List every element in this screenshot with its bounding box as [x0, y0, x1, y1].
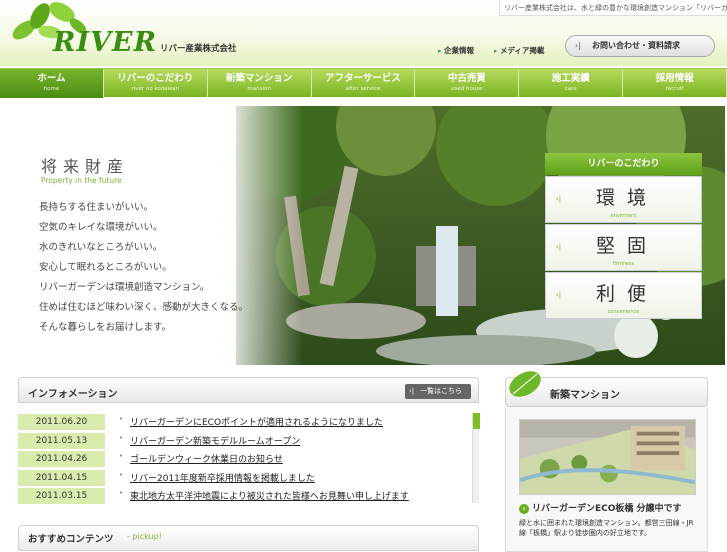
- mansion-caption-link[interactable]: リバーガーデンECO板橋 分譲中です: [519, 501, 682, 514]
- nav-label: 中古売買: [447, 73, 486, 84]
- nav-label: アフターサービス: [325, 73, 401, 84]
- info-date: 2011.06.20: [18, 414, 105, 430]
- information-header: インフォメーション 一覧はこちら: [18, 377, 479, 403]
- nav-care[interactable]: 施工実績 care: [519, 69, 624, 98]
- nav-sublabel: river no kodawari: [131, 86, 180, 92]
- kodawari-environment-card[interactable]: ›| 環境 envirment: [545, 176, 702, 223]
- hero-line: 住めば住むほど味わい深く、感動が大きくなる。: [39, 302, 249, 313]
- mansion-photo[interactable]: [519, 419, 696, 495]
- nav-sublabel: home: [43, 86, 60, 92]
- view-all-button[interactable]: 一覧はこちら: [405, 384, 471, 399]
- arrow-icon: ›|: [556, 291, 562, 299]
- information-section: インフォメーション 一覧はこちら 2011.06.20 リバーガーデンにECOポイ…: [18, 377, 479, 505]
- company-name: リバー産業株式会社: [160, 44, 237, 54]
- nav-sublabel: used house: [451, 86, 483, 92]
- leaf-icon: [509, 371, 541, 397]
- info-link[interactable]: リバーガーデンにECOポイントが適用されるようになりました: [120, 415, 383, 428]
- nav-sublabel: care: [564, 86, 577, 92]
- nav-label: 施工実績: [551, 73, 590, 84]
- card-kanji: 利便: [596, 283, 659, 305]
- card-kanji: 環境: [596, 187, 659, 209]
- new-mansion-section: 新築マンション リバーガーデンECO板橋 分譲中です 緑と水に囲まれた環境創造マ…: [505, 371, 708, 552]
- card-subtitle: firmness: [612, 261, 635, 267]
- nav-mansion[interactable]: 新築マンション mansion: [208, 69, 312, 98]
- mansion-card: リバーガーデンECO板橋 分譲中です 緑と水に囲まれた環境創造マンション。都営三…: [505, 407, 708, 552]
- pickup-subtitle: - pickup!: [127, 532, 162, 541]
- info-date: 2011.04.26: [18, 451, 105, 467]
- hero-line: 空気のキレイな環境がいい。: [39, 222, 163, 233]
- kodawari-convenience-card[interactable]: ›| 利便 convenience: [545, 272, 702, 319]
- hero-line: 安心して眠れるところがいい。: [39, 262, 172, 273]
- list-item: 2011.06.20 リバーガーデンにECOポイントが適用されるようになりました: [18, 413, 479, 432]
- river-logo[interactable]: RIVER: [53, 27, 157, 58]
- nav-kodawari[interactable]: リバーのこだわり river no kodawari: [104, 69, 208, 98]
- mansion-description: 緑と水に囲まれた環境創造マンション。都営三田線・JR線「板橋」駅より徒歩圏内の好…: [519, 519, 694, 537]
- site-header: リバー産業株式会社は、水と緑の豊かな環境創造マンション「リバーガーデン」を提供し…: [0, 0, 727, 66]
- media-link[interactable]: メディア掲載: [494, 45, 544, 56]
- list-item: 2011.04.15 リバー2011年度新卒採用情報を掲載しました: [18, 469, 479, 488]
- hero-subtitle: Property in the future: [41, 176, 122, 185]
- info-link[interactable]: ゴールデンウィーク休業日のお知らせ: [120, 452, 283, 465]
- information-scrollbar[interactable]: [472, 413, 480, 503]
- header-tagline: リバー産業株式会社は、水と緑の豊かな環境創造マンション「リバーガーデン」を提供し…: [499, 0, 727, 16]
- list-item: 2011.03.15 東北地方太平洋沖地震により被災された皆様へお見舞い申し上げま…: [18, 487, 479, 506]
- kodawari-firmness-card[interactable]: ›| 堅固 firmness: [545, 224, 702, 271]
- card-kanji: 堅固: [596, 235, 659, 257]
- nav-sublabel: after service: [345, 86, 381, 92]
- hero-banner: 将来財産 Property in the future 長持ちする住まいがいい。…: [3, 106, 725, 365]
- nav-home[interactable]: ホーム home: [0, 69, 104, 98]
- nav-used-house[interactable]: 中古売買 used house: [415, 69, 520, 98]
- info-date: 2011.05.13: [18, 432, 105, 449]
- info-date: 2011.04.15: [18, 469, 105, 486]
- main-nav: ホーム home リバーのこだわり river no kodawari 新築マンショ…: [0, 68, 727, 98]
- nav-label: 採用情報: [655, 73, 694, 84]
- nav-sublabel: recruit: [665, 86, 684, 92]
- nav-sublabel: mansion: [247, 86, 271, 92]
- nav-after-service[interactable]: アフターサービス after service: [312, 69, 416, 98]
- arrow-icon: ›|: [556, 243, 562, 251]
- list-item: 2011.04.26 ゴールデンウィーク休業日のお知らせ: [18, 450, 479, 469]
- kodawari-panel-title: リバーのこだわり: [545, 153, 702, 175]
- scrollbar-thumb[interactable]: [473, 413, 480, 429]
- hero-line: リバーガーデンは環境創造マンション。: [39, 282, 210, 293]
- card-subtitle: envirment: [610, 213, 637, 219]
- hero-line: 水のきれいなところがいい。: [39, 242, 163, 253]
- nav-label: リバーのこだわり: [117, 73, 194, 84]
- arrow-icon: ›|: [556, 195, 562, 203]
- card-subtitle: convenience: [607, 309, 640, 315]
- nav-label: ホーム: [37, 73, 66, 84]
- info-link[interactable]: 東北地方太平洋沖地震により被災された皆様へお見舞い申し上げます: [120, 489, 409, 502]
- hero-title: 将来財産: [41, 157, 130, 176]
- hero-line: そんな暮らしをお届けします。: [39, 322, 172, 333]
- list-item: 2011.05.13 リバーガーデン新築モデルルームオープン: [18, 432, 479, 451]
- information-title: インフォメーション: [28, 389, 118, 400]
- info-link[interactable]: リバーガーデン新築モデルルームオープン: [120, 434, 300, 447]
- info-date: 2011.03.15: [18, 488, 105, 504]
- info-link[interactable]: リバー2011年度新卒採用情報を掲載しました: [120, 471, 315, 484]
- mansion-title: 新築マンション: [550, 390, 620, 401]
- company-info-link[interactable]: 企業情報: [438, 45, 474, 56]
- hero-line: 長持ちする住まいがいい。: [39, 202, 154, 213]
- kodawari-panel: リバーのこだわり ›| 環境 envirment ›| 堅固 firmness …: [545, 153, 702, 321]
- nav-recruit[interactable]: 採用情報 recruit: [623, 69, 727, 98]
- pickup-title: おすすめコンテンツ: [28, 534, 114, 545]
- nav-label: 新築マンション: [225, 73, 293, 84]
- pickup-section: おすすめコンテンツ - pickup!: [18, 525, 479, 551]
- contact-button[interactable]: お問い合わせ・資料請求: [565, 35, 715, 57]
- information-list: 2011.06.20リバーガーデンにECOポイントが適用されるようになりました …: [18, 413, 479, 506]
